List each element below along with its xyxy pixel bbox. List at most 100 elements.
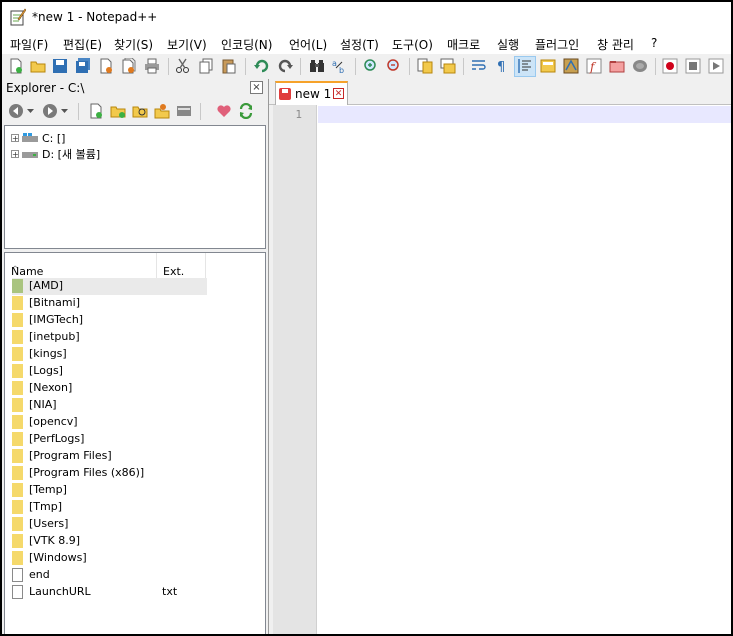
zoom-in-icon[interactable] [363,58,379,74]
close-file-icon[interactable] [98,58,114,74]
file-icon [12,568,23,582]
file-name: [opencv] [29,415,78,428]
new-file-icon[interactable] [8,58,24,74]
menu-encoding[interactable]: 인코딩(N) [221,36,272,53]
folder-icon [12,296,23,310]
undo-icon[interactable] [254,58,270,74]
folder-properties-icon[interactable] [176,103,192,119]
expand-toggle[interactable]: + [11,134,19,143]
tab-new-1[interactable]: new 1 ✕ [275,81,348,105]
cut-icon[interactable] [175,58,191,74]
menu-language[interactable]: 언어(L) [289,36,327,53]
new-file-icon[interactable] [88,103,104,119]
toolbar-separator [355,58,356,75]
file-name: [Users] [29,517,69,530]
back-icon[interactable] [8,103,24,119]
menu-macro[interactable]: 매크로 [447,36,480,53]
sync-horizontal-icon[interactable] [440,58,456,74]
new-folder-icon[interactable] [110,103,126,119]
forward-dropdown-icon[interactable] [60,103,69,119]
find-replace-icon[interactable]: ab [332,58,348,74]
record-macro-icon[interactable] [662,58,678,74]
explorer-close-button[interactable]: × [250,81,263,94]
explorer-toolbar [2,98,268,124]
toolbar-separator [200,103,201,120]
column-ext-label: Ext. [163,265,185,278]
show-all-chars-icon[interactable]: ¶ [494,58,510,74]
main-toolbar: ab ¶ f [2,54,731,80]
folder-workspace-icon[interactable] [609,58,625,74]
file-name: [inetpub] [29,330,80,343]
find-in-files-icon[interactable] [132,103,148,119]
tab-close-icon[interactable]: ✕ [333,88,344,99]
folder-icon [12,347,23,361]
forward-icon[interactable] [42,103,58,119]
close-all-icon[interactable] [121,58,137,74]
notepadpp-window: *new 1 - Notepad++ 파일(F) 편집(E) 찾기(S) 보기(… [2,2,731,634]
copy-icon[interactable] [198,58,214,74]
menu-file[interactable]: 파일(F) [10,36,48,53]
menu-edit[interactable]: 편집(E) [63,36,102,53]
current-line-highlight[interactable] [318,106,731,123]
window-title: *new 1 - Notepad++ [32,10,158,24]
column-header-name[interactable]: ^ Name [5,253,157,278]
word-wrap-icon[interactable] [471,58,487,74]
save-icon[interactable] [52,58,68,74]
user-lang-icon[interactable] [540,58,556,74]
file-name: [Bitnami] [29,296,80,309]
sync-vertical-icon[interactable] [417,58,433,74]
monitoring-icon[interactable] [632,58,648,74]
toolbar-separator [300,58,301,75]
drive-icon [22,152,38,158]
menu-help[interactable]: ? [651,36,657,50]
tree-node-drive-c[interactable]: + C: [] [11,130,65,146]
indent-guide-icon[interactable] [517,58,533,74]
folder-icon [12,398,23,412]
save-all-icon[interactable] [75,58,91,74]
open-file-icon[interactable] [30,58,46,74]
refresh-icon[interactable] [238,103,254,119]
column-header-ext[interactable]: Ext. [157,253,206,278]
play-macro-icon[interactable] [708,58,724,74]
explorer-title: Explorer - C:\ [6,81,85,95]
tree-node-label: D: [새 볼륨] [42,148,101,161]
redo-icon[interactable] [277,58,293,74]
menu-view[interactable]: 보기(V) [167,36,207,53]
folder-icon [12,432,23,446]
menu-window[interactable]: 창 관리 [597,36,634,53]
find-icon[interactable] [309,58,325,74]
zoom-out-icon[interactable] [386,58,402,74]
paste-icon[interactable] [221,58,237,74]
folder-icon [12,500,23,514]
text-editor[interactable]: 1 [273,105,731,634]
unsaved-icon [279,88,291,100]
file-name: [IMGTech] [29,313,84,326]
menu-plugins[interactable]: 플러그인 [535,36,579,53]
expand-toggle[interactable]: + [11,150,19,159]
file-name: [Nexon] [29,381,73,394]
file-name: [kings] [29,347,67,360]
menu-run[interactable]: 실행 [497,36,519,53]
doc-map-icon[interactable] [563,58,579,74]
folder-icon [12,330,23,344]
toolbar-separator [168,58,169,75]
list-item[interactable]: [AMD] [12,278,207,295]
print-icon[interactable] [144,58,160,74]
back-dropdown-icon[interactable] [26,103,35,119]
menu-search[interactable]: 찾기(S) [114,36,153,53]
file-name: [Program Files] [29,449,112,462]
tab-label: new 1 [295,87,332,101]
svg-text:a: a [332,59,337,68]
favorites-heart-icon[interactable] [216,103,232,119]
tree-node-label: C: [] [42,131,66,145]
file-name: [Windows] [29,551,87,564]
function-list-icon[interactable]: f [586,58,602,74]
folder-icon [12,483,23,497]
menu-tools[interactable]: 도구(O) [392,36,433,53]
tree-node-drive-d[interactable]: + D: [새 볼륨] [11,146,100,162]
stop-macro-icon[interactable] [685,58,701,74]
user-folder-icon[interactable] [154,103,170,119]
tab-bar: new 1 ✕ [269,79,731,105]
menu-settings[interactable]: 설정(T) [340,36,379,53]
file-list: ^ Name Ext. [AMD] [Bitnami] [IMGTech] [inet… [4,252,266,634]
